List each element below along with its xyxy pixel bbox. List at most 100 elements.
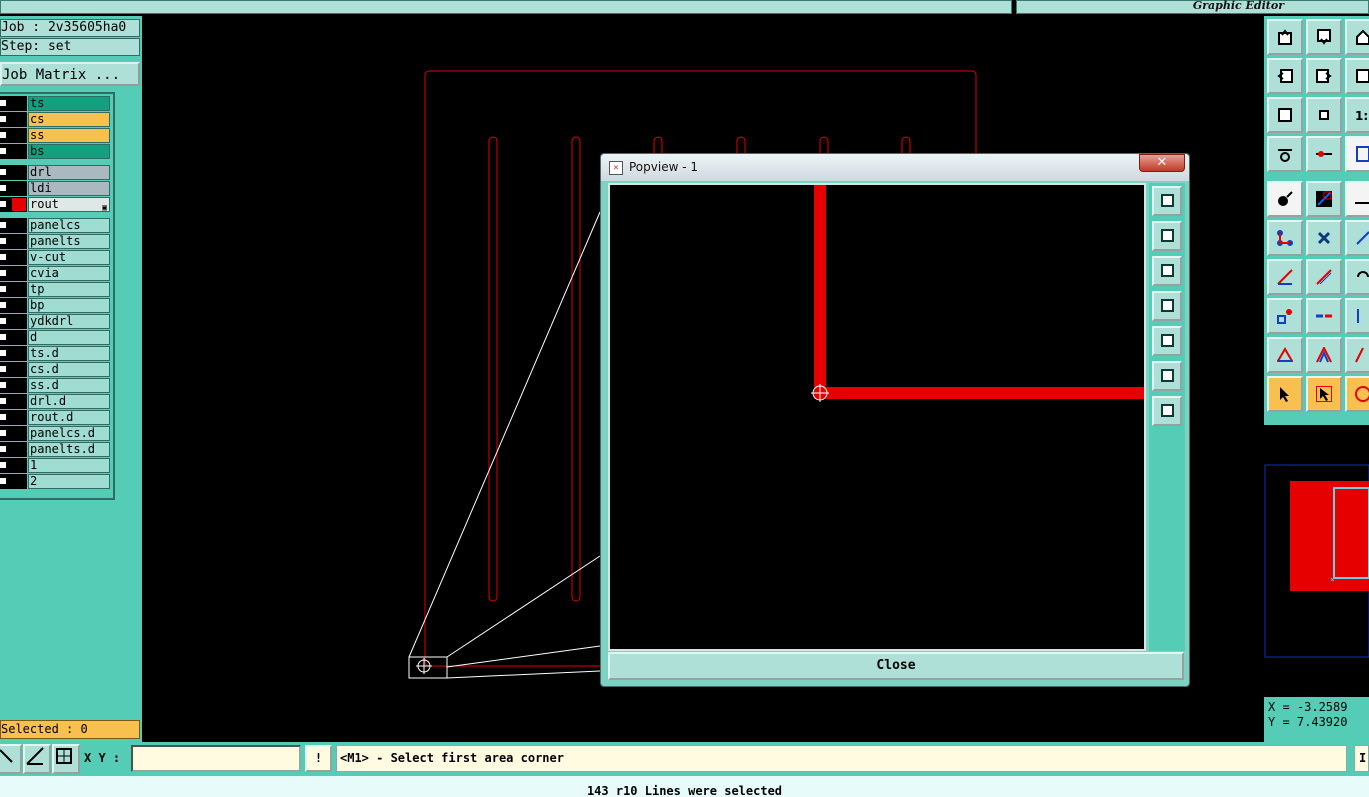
layer-name[interactable]: cs bbox=[28, 112, 110, 127]
layer-name[interactable]: ydkdrl bbox=[28, 314, 110, 329]
layer-checkbox[interactable] bbox=[0, 98, 8, 108]
layer-checkbox[interactable] bbox=[0, 396, 8, 406]
layer-checkbox[interactable] bbox=[0, 252, 8, 262]
layer-row[interactable]: bs bbox=[0, 144, 112, 159]
layer-name[interactable]: 1 bbox=[28, 458, 110, 473]
layer-name[interactable]: drl.d bbox=[28, 394, 110, 409]
overview-map[interactable]: × bbox=[1264, 425, 1369, 697]
layer-row[interactable]: panelcs bbox=[0, 218, 112, 233]
pan-right-button[interactable] bbox=[1152, 326, 1182, 356]
popview-canvas[interactable] bbox=[608, 183, 1146, 651]
zoom-center-button[interactable] bbox=[1152, 396, 1182, 426]
info-button[interactable]: I bbox=[1354, 745, 1369, 772]
zoom-fit-button[interactable] bbox=[1267, 97, 1303, 133]
layer-checkbox[interactable] bbox=[0, 412, 8, 422]
move-line-button[interactable] bbox=[1267, 259, 1303, 295]
ruler-button[interactable] bbox=[1345, 181, 1369, 217]
view-home-button[interactable] bbox=[1345, 19, 1369, 55]
layer-row[interactable]: panelts.d bbox=[0, 442, 112, 457]
layer-checkbox[interactable] bbox=[0, 476, 8, 486]
xy-input[interactable] bbox=[131, 745, 301, 772]
layer-checkbox[interactable] bbox=[0, 183, 8, 193]
layer-name[interactable]: rout.d bbox=[28, 410, 110, 425]
layer-row[interactable]: cvia bbox=[0, 266, 112, 281]
layer-name[interactable]: bp bbox=[28, 298, 110, 313]
layer-name[interactable]: d bbox=[28, 330, 110, 345]
layer-row[interactable]: bp bbox=[0, 298, 112, 313]
layer-name[interactable]: ss.d bbox=[28, 378, 110, 393]
highlight-tool-button[interactable] bbox=[1345, 136, 1369, 172]
layer-name[interactable]: panelts bbox=[28, 234, 110, 249]
grid-button[interactable] bbox=[52, 744, 80, 774]
layer-row[interactable]: ss.d bbox=[0, 378, 112, 393]
view-up-button[interactable] bbox=[1267, 19, 1303, 55]
zoom-1-to-1-button[interactable]: 1: bbox=[1345, 97, 1369, 133]
layer-name[interactable]: panelcs.d bbox=[28, 426, 110, 441]
layer-checkbox[interactable] bbox=[0, 332, 8, 342]
warning-button[interactable]: ! bbox=[305, 745, 332, 772]
select-area-button[interactable] bbox=[1306, 376, 1342, 412]
layer-checkbox[interactable] bbox=[0, 167, 8, 177]
layer-checkbox[interactable] bbox=[0, 220, 8, 230]
add-pad-button[interactable] bbox=[1267, 181, 1303, 217]
snap-button[interactable] bbox=[1345, 220, 1369, 256]
zoom-window-button[interactable] bbox=[1152, 186, 1182, 216]
layer-checkbox[interactable] bbox=[0, 348, 8, 358]
layer-name[interactable]: panelts.d bbox=[28, 442, 110, 457]
snap-off-button[interactable] bbox=[0, 744, 22, 774]
layer-row[interactable]: tp bbox=[0, 282, 112, 297]
layer-name[interactable]: drl bbox=[28, 165, 110, 180]
view-right-button[interactable] bbox=[1306, 58, 1342, 94]
layer-checkbox[interactable] bbox=[0, 268, 8, 278]
layer-checkbox[interactable] bbox=[0, 380, 8, 390]
layer-checkbox[interactable] bbox=[0, 236, 8, 246]
layer-name[interactable]: cs.d bbox=[28, 362, 110, 377]
pad-to-line-button[interactable] bbox=[1267, 298, 1303, 334]
layer-checkbox[interactable] bbox=[0, 364, 8, 374]
popview-close-icon[interactable]: ✕ bbox=[1139, 154, 1185, 172]
arc-button[interactable] bbox=[1306, 337, 1342, 373]
layer-row[interactable]: panelts bbox=[0, 234, 112, 249]
layer-checkbox[interactable] bbox=[0, 444, 8, 454]
measure-button[interactable] bbox=[1306, 136, 1342, 172]
layer-name[interactable]: v-cut bbox=[28, 250, 110, 265]
view-left-button[interactable] bbox=[1267, 58, 1303, 94]
layer-row[interactable]: cs bbox=[0, 112, 112, 127]
layer-row[interactable]: ydkdrl bbox=[0, 314, 112, 329]
view-extra-button[interactable] bbox=[1345, 58, 1369, 94]
connect-button[interactable] bbox=[1267, 220, 1303, 256]
view-down-button[interactable] bbox=[1306, 19, 1342, 55]
layer-checkbox[interactable] bbox=[0, 300, 8, 310]
layer-row[interactable]: 2 bbox=[0, 474, 112, 489]
layer-row[interactable]: d bbox=[0, 330, 112, 345]
layer-name[interactable]: panelcs bbox=[28, 218, 110, 233]
align-button[interactable] bbox=[1345, 298, 1369, 334]
layer-name[interactable]: bs bbox=[28, 144, 110, 159]
popview-close-button[interactable]: Close bbox=[608, 652, 1184, 680]
layer-row[interactable]: rout.d bbox=[0, 410, 112, 425]
layer-checkbox[interactable] bbox=[0, 130, 8, 140]
chamfer-button[interactable] bbox=[1345, 337, 1369, 373]
triangle-button[interactable] bbox=[1267, 337, 1303, 373]
snap-angle-button[interactable] bbox=[23, 744, 51, 774]
layer-checkbox[interactable] bbox=[0, 146, 8, 156]
popview-titlebar[interactable]: ✕ Popview - 1 ✕ bbox=[601, 154, 1189, 181]
layer-row[interactable]: ss bbox=[0, 128, 112, 143]
pan-up-button[interactable] bbox=[1152, 221, 1182, 251]
layer-name[interactable]: ts bbox=[28, 96, 110, 111]
add-line-button[interactable] bbox=[1306, 181, 1342, 217]
layer-row[interactable]: ts bbox=[0, 96, 112, 111]
layer-name[interactable]: tp bbox=[28, 282, 110, 297]
split-line-button[interactable] bbox=[1306, 298, 1342, 334]
layer-name[interactable]: 2 bbox=[28, 474, 110, 489]
layer-name[interactable]: ts.d bbox=[28, 346, 110, 361]
layer-checkbox[interactable] bbox=[0, 284, 8, 294]
job-matrix-button[interactable]: Job Matrix ... bbox=[0, 62, 140, 86]
layer-row[interactable]: ts.d bbox=[0, 346, 112, 361]
layer-name[interactable]: rout ▣ bbox=[28, 197, 110, 212]
layer-row[interactable]: 1 bbox=[0, 458, 112, 473]
snap-settings-button[interactable] bbox=[1267, 136, 1303, 172]
layer-row[interactable]: drl bbox=[0, 165, 112, 180]
layer-row[interactable]: panelcs.d bbox=[0, 426, 112, 441]
layer-checkbox[interactable] bbox=[0, 428, 8, 438]
